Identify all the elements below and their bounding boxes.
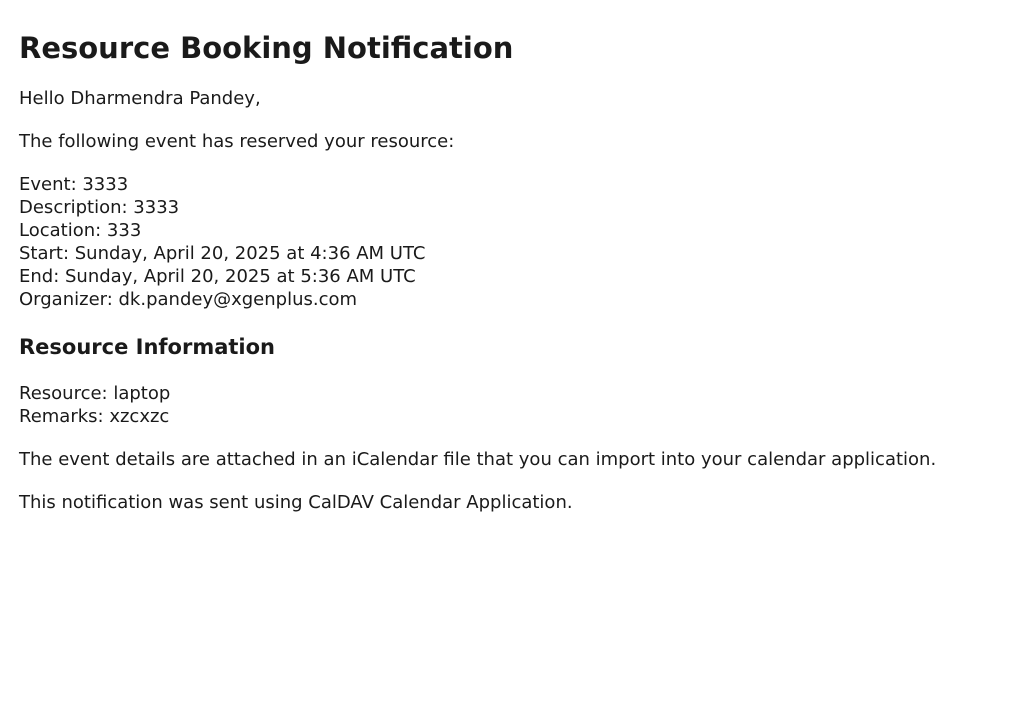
event-end: End: Sunday, April 20, 2025 at 5:36 AM U… xyxy=(19,266,416,287)
page-title: Resource Booking Notification xyxy=(19,31,514,65)
footer-note: This notification was sent using CalDAV … xyxy=(19,492,573,513)
intro-text: The following event has reserved your re… xyxy=(19,131,455,152)
resource-name: Resource: laptop xyxy=(19,383,171,404)
event-start: Start: Sunday, April 20, 2025 at 4:36 AM… xyxy=(19,243,426,264)
event-name: Event: 3333 xyxy=(19,174,129,195)
attachment-note: The event details are attached in an iCa… xyxy=(19,449,937,470)
resource-remarks: Remarks: xzcxzc xyxy=(19,406,170,427)
resource-details: Resource: laptop Remarks: xzcxzc xyxy=(19,382,1008,428)
resource-section-heading: Resource Information xyxy=(19,335,275,359)
greeting-text: Hello Dharmendra Pandey, xyxy=(19,88,261,109)
event-location: Location: 333 xyxy=(19,220,142,241)
notification-body: Resource Booking Notification Hello Dhar… xyxy=(0,0,1027,514)
event-details: Event: 3333 Description: 3333 Location: … xyxy=(19,173,1008,311)
event-description: Description: 3333 xyxy=(19,197,180,218)
event-organizer: Organizer: dk.pandey@xgenplus.com xyxy=(19,289,358,310)
